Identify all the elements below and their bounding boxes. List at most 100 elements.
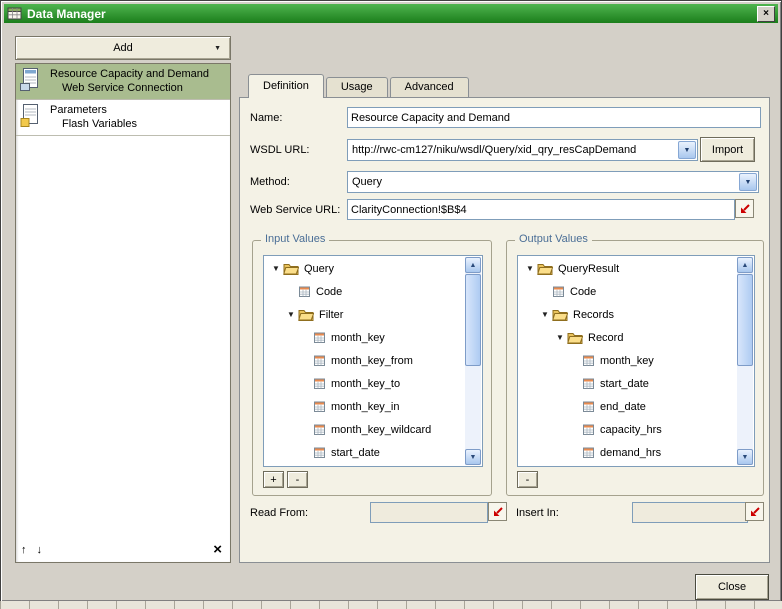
list-item-title: Resource Capacity and Demand [50,67,209,81]
tree-node-label: Records [573,309,614,321]
tree-node-month_key_wildcard[interactable]: month_key_wildcard [265,418,465,441]
expand-arrow-icon[interactable]: ▼ [523,264,537,273]
tree-node-end_date[interactable]: end_date [519,395,737,418]
tree-node-Record[interactable]: ▼ Record [519,326,737,349]
import-button[interactable]: Import [700,137,755,162]
name-label: Name: [250,112,282,124]
tree-node-month_key_from[interactable]: month_key_from [265,349,465,372]
list-footer: ↑ ↓ × [21,541,222,558]
delete-connection-button[interactable]: × [213,541,222,558]
method-value: Query [352,176,382,188]
list-item[interactable]: Resource Capacity and DemandWeb Service … [16,64,230,100]
tree-node-label: Filter [319,309,343,321]
add-button[interactable]: Add ▼ [15,36,231,60]
table-icon [582,446,595,459]
flash-doc-icon [19,103,40,129]
folder-icon [552,308,568,321]
input-add-row-button[interactable]: + [263,471,284,488]
minus-icon: - [296,474,300,486]
list-item-text: Resource Capacity and DemandWeb Service … [50,67,209,95]
tree-node-Records[interactable]: ▼ Records [519,303,737,326]
expand-arrow-icon[interactable]: ▼ [538,310,552,319]
tab-definition[interactable]: Definition [248,74,324,98]
expand-arrow-icon[interactable]: ▼ [269,264,283,273]
close-button[interactable]: Close [695,574,769,600]
tree-node-label: month_key [600,355,654,367]
tree-node-Code[interactable]: Code [519,280,737,303]
background-window-sliver [0,601,782,609]
tree-node-month_key_to[interactable]: month_key_to [265,372,465,395]
table-icon [313,400,326,413]
scrollbar-thumb[interactable] [737,274,753,366]
expand-arrow-icon[interactable]: ▼ [284,310,298,319]
input-values-group: Input Values ▼QueryCode▼Filtermonth_keym… [252,240,492,496]
tree-node-label: Record [588,332,623,344]
tree-node-Filter[interactable]: ▼ Filter [265,303,465,326]
tree-node-capacity_hrs[interactable]: capacity_hrs [519,418,737,441]
titlebar[interactable]: Data Manager × [4,4,778,23]
titlebar-close-button[interactable]: × [757,6,775,22]
read-from-label: Read From: [250,507,308,519]
tree-node-QueryResult[interactable]: ▼QueryResult [519,257,737,280]
read-from-input[interactable] [370,502,488,523]
tree-node-start_date[interactable]: start_date [519,372,737,395]
input-remove-row-button[interactable]: - [287,471,308,488]
move-down-button[interactable]: ↓ [37,544,43,556]
wsdl-url-label: WSDL URL: [250,144,310,156]
scroll-up-button[interactable]: ▲ [737,257,753,273]
scroll-down-button[interactable]: ▼ [737,449,753,465]
expand-arrow-icon[interactable]: ▼ [553,333,567,342]
wsdl-dropdown-arrow-icon[interactable]: ▼ [678,141,696,159]
table-icon [582,423,595,436]
name-input[interactable] [347,107,761,128]
web-service-url-label: Web Service URL: [250,204,340,216]
table-icon [582,354,595,367]
output-values-title: Output Values [515,233,592,245]
folder-icon [283,262,299,275]
tree-node-label: month_key_from [331,355,413,367]
output-remove-row-button[interactable]: - [517,471,538,488]
tab-advanced[interactable]: Advanced [390,77,469,97]
tree-node-month_key[interactable]: month_key [519,349,737,372]
scrollbar-thumb[interactable] [465,274,481,366]
list-item[interactable]: ParametersFlash Variables [16,100,230,136]
definition-tab-panel: Name: WSDL URL: http://rwc-cm127/niku/ws… [239,97,770,563]
web-service-url-input[interactable] [347,199,735,220]
table-icon [313,377,326,390]
wsdl-url-combobox[interactable]: http://rwc-cm127/niku/wsdl/Query/xid_qry… [347,139,698,161]
tree-node-start_date[interactable]: start_date [265,441,465,464]
table-icon [313,331,326,344]
scroll-up-button[interactable]: ▲ [465,257,481,273]
tree-node-demand_hrs[interactable]: demand_hrs [519,441,737,464]
wsdl-url-value: http://rwc-cm127/niku/wsdl/Query/xid_qry… [352,144,636,156]
method-combobox[interactable]: Query ▼ [347,171,759,193]
move-up-button[interactable]: ↑ [21,544,27,556]
tree-node-month_key[interactable]: month_key [265,326,465,349]
tree-node-label: month_key [331,332,385,344]
insert-in-cell-picker-button[interactable] [745,502,764,521]
read-from-cell-picker-button[interactable] [488,502,507,521]
input-values-tree: ▼ Query Code ▼ Filter month_key month_key_from… [263,255,483,467]
data-manager-dialog: Data Manager × Add ▼ Resource Capacity a… [0,0,782,602]
minus-icon: - [526,474,530,486]
tree-node-Query[interactable]: ▼ Query [265,257,465,280]
tree-node-month_key_in[interactable]: month_key_in [265,395,465,418]
output-tree-scrollbar[interactable]: ▲ ▼ [737,257,753,465]
tree-node-label: Query [304,263,334,275]
add-button-label: Add [113,42,133,54]
tree-node-label: month_key_to [331,378,400,390]
table-icon [298,285,311,298]
table-icon [313,423,326,436]
tree-node-label: Code [570,286,596,298]
input-tree-scrollbar[interactable]: ▲ ▼ [465,257,481,465]
tab-usage[interactable]: Usage [326,77,388,97]
screen: Data Manager × Add ▼ Resource Capacity a… [0,0,782,609]
tree-node-Code[interactable]: Code [265,280,465,303]
output-values-group: Output Values ▼QueryResultCode▼Records▼R… [506,240,764,496]
scroll-down-button[interactable]: ▼ [465,449,481,465]
dropdown-arrow-icon: ▼ [214,45,221,52]
method-dropdown-arrow-icon[interactable]: ▼ [739,173,757,191]
app-icon [7,7,23,21]
insert-in-input[interactable] [632,502,748,523]
web-service-url-cell-picker-button[interactable] [735,199,754,218]
